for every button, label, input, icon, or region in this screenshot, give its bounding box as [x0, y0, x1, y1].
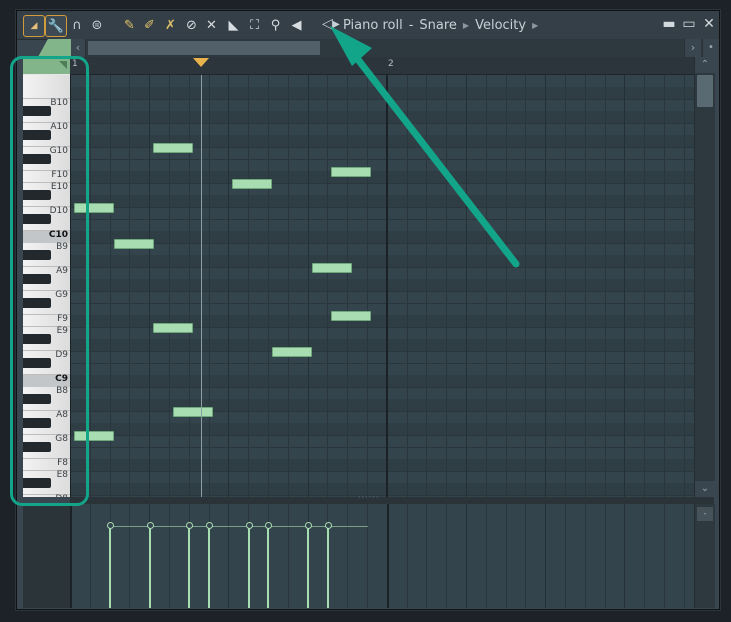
annotation-arrow-icon [330, 26, 520, 268]
screenshot: ◢ 🔧 ∩ ⊜ ✎ ✐ ✗ ⊘ ✕ ◣ ⛶ ⚲ ◀ ◁▸ Piano roll … [0, 0, 731, 622]
